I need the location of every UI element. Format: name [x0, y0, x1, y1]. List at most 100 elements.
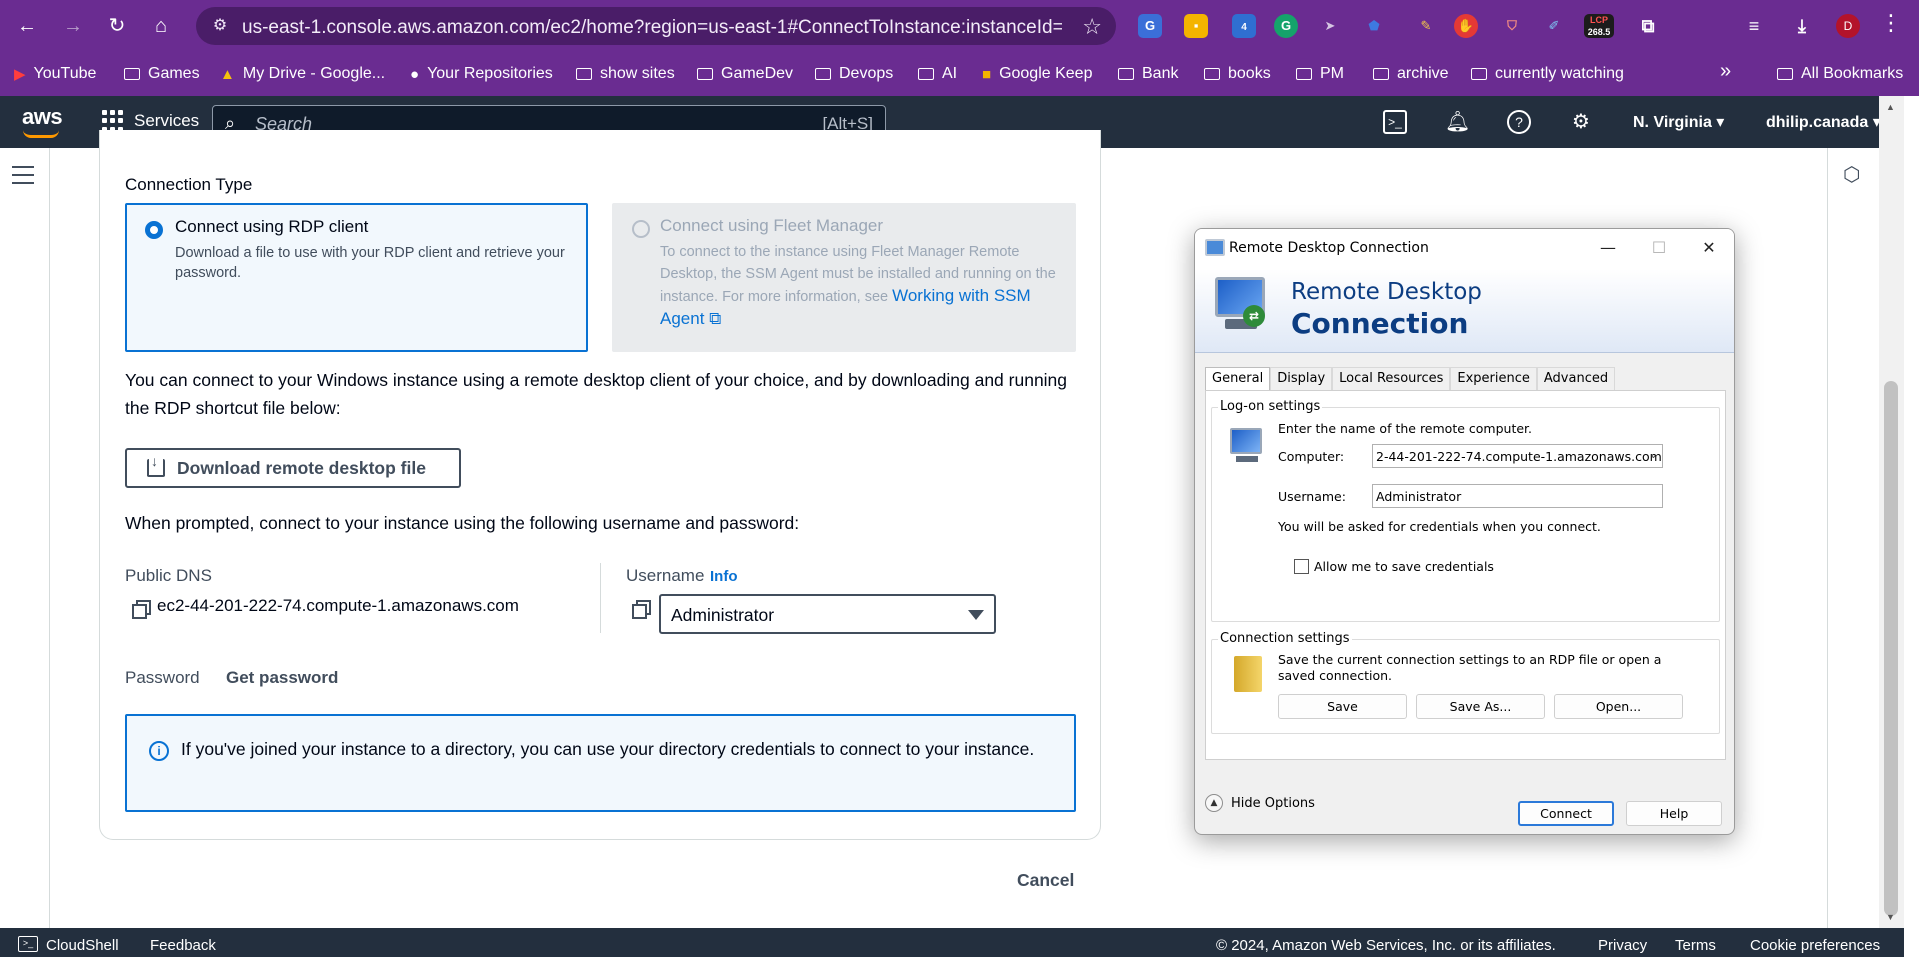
lcp-label: LCP [1590, 15, 1608, 25]
notifications-bell-icon[interactable]: 🔔︎ [1445, 110, 1470, 134]
allow-save-credentials-checkbox[interactable] [1294, 559, 1309, 574]
extension-badge-icon[interactable]: 4 [1232, 14, 1256, 38]
paper-plane-extension-icon[interactable]: ➤ [1318, 14, 1342, 38]
rdp-client-option[interactable]: Connect using RDP client Download a file… [125, 203, 588, 352]
bookmark-youtube[interactable]: ▶ YouTube [14, 64, 96, 84]
bookmark-show-sites[interactable]: show sites [576, 64, 675, 84]
get-password-link[interactable]: Get password [226, 668, 338, 688]
tab-advanced[interactable]: Advanced [1536, 367, 1616, 391]
bookmark-ai[interactable]: AI [918, 64, 957, 84]
help-icon[interactable]: ? [1507, 110, 1531, 134]
copy-dns-icon[interactable] [132, 600, 151, 619]
aws-logo[interactable]: aws [22, 104, 63, 138]
account-menu[interactable]: dhilip.canada ▾ [1766, 112, 1881, 132]
bookmark-label: AI [942, 65, 958, 82]
page-scrollbar[interactable]: ▲ ▼ [1879, 96, 1904, 928]
all-bookmarks[interactable]: All Bookmarks [1777, 64, 1903, 84]
open-button[interactable]: Open... [1554, 694, 1683, 719]
color-picker-extension-icon[interactable]: ✎ [1414, 14, 1438, 38]
region-selector[interactable]: N. Virginia ▾ [1633, 112, 1724, 132]
home-icon[interactable]: ⌂ [148, 13, 174, 39]
scroll-thumb[interactable] [1884, 381, 1898, 916]
folder-icon [1777, 68, 1793, 80]
username-info-link[interactable]: Info [710, 568, 738, 585]
hide-options-button[interactable]: ▲ Hide Options [1205, 794, 1315, 812]
lcp-value: 268.5 [1587, 27, 1611, 37]
media-control-icon[interactable]: ≡ [1742, 14, 1766, 38]
privacy-link[interactable]: Privacy [1598, 937, 1647, 954]
site-info-icon[interactable]: ⚙ [210, 16, 230, 36]
chevron-down-icon[interactable]: ⌄ [1649, 448, 1658, 461]
caret-down-icon [968, 610, 984, 620]
translate-extension-icon[interactable]: G [1138, 14, 1162, 38]
pen-extension-icon[interactable]: ✐ [1542, 14, 1566, 38]
save-as-button[interactable]: Save As... [1416, 694, 1545, 719]
chevron-up-icon: ▲ [1205, 794, 1223, 812]
cloudshell-icon[interactable]: >_ [1383, 110, 1407, 134]
username-input[interactable]: Administrator [1372, 484, 1663, 508]
browser-menu-icon[interactable]: ⋮ [1880, 10, 1902, 36]
bookmark-repositories[interactable]: ● Your Repositories [410, 64, 553, 84]
shield-extension-icon[interactable]: ⬟ [1362, 14, 1386, 38]
bookmark-label: archive [1397, 65, 1449, 82]
more-bookmarks-button[interactable]: » [1720, 60, 1731, 82]
help-button[interactable]: Help [1626, 801, 1722, 826]
settings-gear-icon[interactable]: ⚙ [1569, 110, 1593, 134]
hamburger-menu-icon[interactable] [12, 166, 34, 190]
connect-button[interactable]: Connect [1518, 801, 1614, 826]
close-icon[interactable]: ✕ [1689, 235, 1729, 261]
lcp-extension-icon[interactable]: LCP 268.5 [1584, 14, 1614, 38]
terms-link[interactable]: Terms [1675, 937, 1716, 954]
bookmark-games[interactable]: Games [124, 64, 200, 84]
info-alert-message: If you've joined your instance to a dire… [181, 739, 1035, 759]
download-rdp-file-button[interactable]: Download remote desktop file [125, 448, 461, 488]
bookmark-archive[interactable]: archive [1373, 64, 1449, 84]
bookmark-star-icon[interactable]: ☆ [1082, 14, 1102, 40]
cloudshell-icon: >_ [18, 936, 38, 952]
cancel-button[interactable]: Cancel [1017, 870, 1074, 891]
minimize-icon[interactable]: — [1588, 235, 1628, 261]
copy-username-icon[interactable] [632, 600, 651, 619]
extensions-puzzle-icon[interactable]: ⧉ [1636, 14, 1660, 38]
profile-avatar[interactable]: D [1836, 14, 1860, 38]
keep-extension-icon[interactable]: ▪ [1184, 14, 1208, 38]
scroll-up-icon[interactable]: ▲ [1886, 102, 1895, 112]
info-icon: i [149, 741, 169, 761]
url-text[interactable]: us-east-1.console.aws.amazon.com/ec2/hom… [242, 17, 1062, 39]
computer-combobox[interactable]: 2-44-201-222-74.compute-1.amazonaws.com … [1372, 444, 1663, 468]
credentials-note: You will be asked for credentials when y… [1278, 519, 1601, 534]
back-icon[interactable]: ← [14, 13, 40, 39]
services-menu-button[interactable]: Services [102, 110, 199, 132]
bookmark-pm[interactable]: PM [1296, 64, 1344, 84]
bookmark-bank[interactable]: Bank [1118, 64, 1178, 84]
download-icon[interactable]: ⤓ [1790, 14, 1814, 38]
region-label: N. Virginia [1633, 114, 1712, 131]
bookmark-devops[interactable]: Devops [815, 64, 893, 84]
dialog-titlebar[interactable]: Remote Desktop Connection — ☐ ✕ [1195, 229, 1734, 269]
tab-general[interactable]: General [1205, 367, 1271, 391]
cookie-preferences-link[interactable]: Cookie preferences [1750, 937, 1880, 954]
grammarly-icon[interactable]: G [1274, 14, 1298, 38]
banner-title-line1: Remote Desktop [1291, 279, 1482, 305]
scroll-down-icon[interactable]: ▼ [1886, 912, 1895, 922]
bookmark-currently-watching[interactable]: currently watching [1471, 64, 1624, 84]
address-bar[interactable]: ⚙ us-east-1.console.aws.amazon.com/ec2/h… [196, 7, 1116, 45]
bookmark-my-drive[interactable]: ▲ My Drive - Google... [220, 64, 385, 84]
reload-icon[interactable]: ↻ [104, 13, 130, 39]
cloudshell-link[interactable]: CloudShell [46, 937, 119, 954]
bookmark-label: YouTube [33, 65, 97, 82]
username-select[interactable]: Administrator [659, 594, 996, 634]
tools-panel-icon[interactable]: ⬡ [1843, 162, 1860, 187]
ublock-extension-icon[interactable]: ⛉ [1500, 14, 1524, 38]
tab-display[interactable]: Display [1270, 367, 1333, 391]
bookmark-books[interactable]: books [1204, 64, 1271, 84]
rdp-client-radio[interactable] [145, 221, 163, 239]
hand-extension-icon[interactable]: ✋ [1454, 14, 1478, 38]
bookmark-gamedev[interactable]: GameDev [697, 64, 793, 84]
forward-icon[interactable]: → [60, 13, 86, 39]
tab-local-resources[interactable]: Local Resources [1332, 367, 1451, 391]
bookmark-google-keep[interactable]: ■ Google Keep [982, 64, 1092, 84]
save-button[interactable]: Save [1278, 694, 1407, 719]
feedback-link[interactable]: Feedback [150, 937, 216, 954]
tab-experience[interactable]: Experience [1450, 367, 1537, 391]
